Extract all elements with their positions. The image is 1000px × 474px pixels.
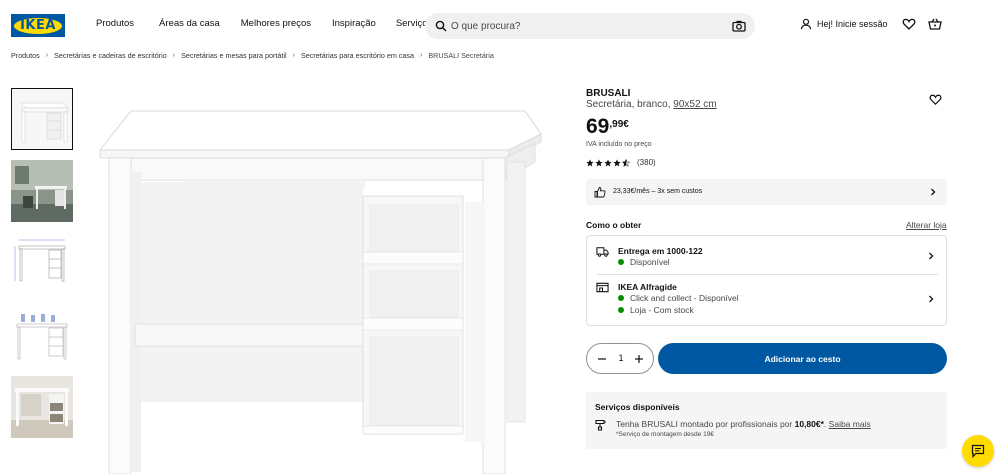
learn-more-link[interactable]: Saiba mais [829,419,871,429]
nav-areas-da-casa[interactable]: Áreas da casa [159,18,220,29]
chevron-right-icon [929,252,934,260]
finance-text: 23,33€/mês – 3x sem custos [613,188,703,195]
breadcrumb-item[interactable]: Secretárias e mesas para portátil [181,51,286,60]
star-full-icon [595,158,603,166]
price-integer: 69 [586,115,610,138]
search-input[interactable] [451,13,721,39]
room-photo-image [11,160,73,222]
thumbnail-1[interactable] [11,88,73,150]
price-decimals: ,99€ [609,119,629,130]
logo-text: IKEA [20,18,56,33]
product-description: Secretária, branco, 90x52 cm [586,99,717,110]
services-assembly-line: Tenha BRUSALI montado por profissionais … [616,419,871,429]
chat-button[interactable] [962,435,994,467]
product-description-text: Secretária, branco, [586,99,671,110]
rating-count: (380) [637,158,656,167]
product-size-link[interactable]: 90x52 cm [673,99,716,110]
dimensions-diagram-image [11,232,73,294]
star-full-icon [586,158,594,166]
breadcrumb-item[interactable]: Secretárias para escritório em casa [301,51,414,60]
desk-thumbnail-image [12,89,72,149]
chevron-right-icon: › [172,52,176,59]
services-note: *Serviço de montagem desde 19€ [616,431,714,438]
truck-icon [596,247,609,257]
services-line-dot: . [823,419,827,429]
login-link[interactable]: Hej! Inicie sessão [800,18,888,30]
chevron-right-icon [929,295,934,303]
assembly-tool-icon [595,419,606,431]
services-panel: Serviços disponíveis Tenha BRUSALI monta… [586,392,947,449]
delivery-title: Entrega em 1000-122 [618,246,703,256]
product-name: BRUSALI [586,88,631,99]
store-title: IKEA Alfragide [618,282,677,292]
store-icon [596,282,609,293]
services-line-text: Tenha BRUSALI montado por profissionais … [616,419,795,429]
product-main-image [98,110,542,474]
nav-melhores-precos[interactable]: Melhores preços [241,18,311,29]
breadcrumb-current: BRUSALI Secretária [428,51,494,60]
nav-inspiracao[interactable]: Inspiração [332,18,376,29]
services-title: Serviços disponíveis [595,402,680,412]
delivery-status-text: Disponível [630,257,670,267]
star-half-icon [622,158,630,167]
status-dot [618,307,624,313]
thumbnail-2[interactable] [11,160,73,222]
breadcrumb-item[interactable]: Produtos [11,51,40,60]
store-click-status: Click and collect - Disponível [618,293,739,303]
change-store-link[interactable]: Alterar loja [906,220,947,230]
star-full-icon [604,158,612,166]
heart-icon[interactable] [902,17,916,31]
search-icon[interactable] [435,20,447,32]
finance-banner[interactable]: 23,33€/mês – 3x sem custos [586,179,947,205]
breadcrumb: Produtos › Secretárias e cadeiras de escr… [11,51,494,60]
store-stock-status: Loja - Com stock [618,305,694,315]
chevron-right-icon [931,188,936,196]
favourite-heart-icon[interactable] [929,93,942,106]
divider [597,274,938,275]
plus-icon[interactable] [634,354,644,364]
store-stock-text: Loja - Com stock [630,305,694,315]
status-dot [618,259,624,265]
status-dot [618,295,624,301]
availability-box: Entrega em 1000-122 Disponível IKEA Alfr… [586,235,947,326]
thumbnail-5[interactable] [11,376,73,438]
vat-note: IVA incluído no preço [586,141,652,148]
chevron-right-icon: › [292,52,295,59]
camera-icon[interactable] [732,19,746,33]
breadcrumb-item[interactable]: Secretárias e cadeiras de escritório [54,51,167,60]
thumbs-up-icon [594,187,606,198]
star-full-icon [613,158,621,166]
how-to-get-heading: Como o obter [586,220,642,230]
thumbnail-3[interactable] [11,232,73,294]
chevron-right-icon: › [420,52,423,59]
product-price: 69 ,99€ [586,115,629,139]
delivery-status: Disponível [618,257,670,267]
cart-icon[interactable] [928,17,942,31]
main-nav: Produtos Áreas da casa Melhores preços I… [96,18,432,29]
store-click-text: Click and collect - Disponível [630,293,739,303]
quantity-stepper: 1 [586,343,654,374]
rating[interactable]: (380) [586,158,656,167]
desk-styled-image [11,304,73,366]
nav-produtos[interactable]: Produtos [96,18,134,29]
user-icon [800,18,812,30]
add-to-cart-button[interactable]: Adicionar ao cesto [658,343,947,374]
ikea-logo[interactable]: IKEA [11,14,65,37]
thumbnail-4[interactable] [11,304,73,366]
services-line-price: 10,80€* [794,419,824,429]
login-label: Hej! Inicie sessão [817,19,888,29]
minus-icon[interactable] [597,354,607,364]
chat-icon [971,444,985,458]
site-header: IKEA Produtos Áreas da casa Melhores pre… [0,0,1000,50]
desk-baskets-image [11,376,73,438]
search-bar [425,13,755,39]
quantity-value[interactable]: 1 [615,353,627,363]
chevron-right-icon: › [45,52,49,59]
